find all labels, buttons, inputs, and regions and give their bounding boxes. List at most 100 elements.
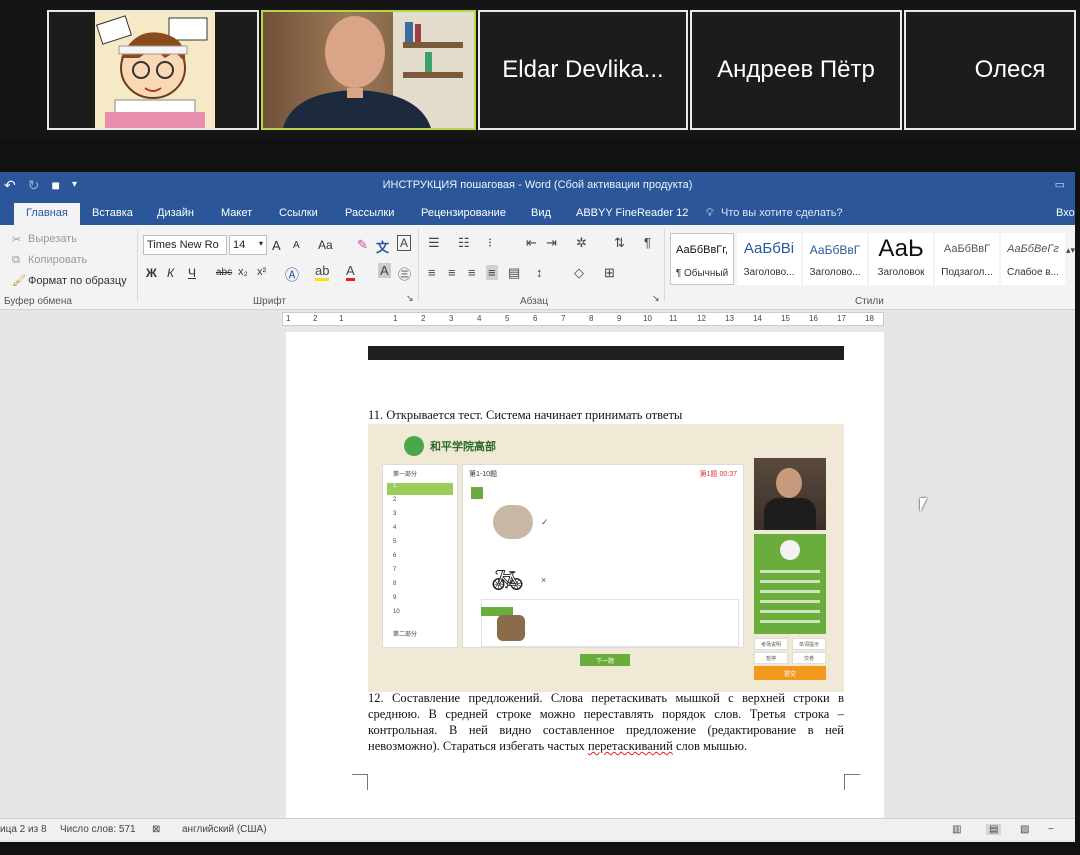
underline-button[interactable]: Ч [188,266,196,280]
print-layout-icon[interactable]: ▤ [986,824,1002,835]
divider [418,229,419,301]
copy-button[interactable]: Копировать [28,254,87,266]
highlight-color-icon[interactable]: ab [315,263,330,281]
show-marks-icon[interactable]: ¶ [644,235,651,250]
shrink-font-button[interactable]: A [293,240,300,251]
ruler-tick: 12 [697,314,706,323]
align-center-icon[interactable]: ≡ [448,265,456,280]
list-item: 4 [393,525,397,531]
ruler-tick: 4 [477,314,482,323]
style-subtle-emphasis[interactable]: АаБбВеГг Слабое в... [1001,233,1065,285]
change-case-button[interactable]: Aa [318,238,333,252]
decrease-indent-icon[interactable]: ⇤ [526,235,537,251]
tab-abbyy[interactable]: ABBYY FineReader 12 [576,207,688,219]
numbering-icon[interactable]: ☷ [458,235,470,251]
tab-layout[interactable]: Макет [221,207,252,219]
signin-link[interactable]: Вхо [1056,207,1075,219]
subscript-button[interactable]: x₂ [238,266,248,278]
strikethrough-button[interactable]: abc [216,267,232,278]
borders-icon[interactable]: ⊞ [604,265,615,281]
style-normal[interactable]: АаБбВвГг, ¶ Обычный [670,233,734,285]
tab-insert[interactable]: Вставка [92,207,133,219]
ruler-tick: 5 [505,314,510,323]
document-page[interactable]: 11. Открывается тест. Система начинает п… [286,332,884,818]
font-size-combo[interactable]: 14 ▾ [229,235,267,255]
character-shading-icon[interactable]: A [378,263,391,278]
horizontal-ruler[interactable]: 1 2 1 1 2 3 4 5 6 7 8 9 10 11 12 13 14 1… [282,312,884,326]
list-item: 2 [393,497,397,503]
paragraph-group-label: Абзац [520,296,549,307]
align-left-icon[interactable]: ≡ [428,265,436,280]
tab-design[interactable]: Дизайн [157,207,194,219]
superscript-button[interactable]: x² [257,266,266,278]
font-name-combo[interactable]: Times New Ro [143,235,227,255]
style-name: Слабое в... [1007,267,1059,278]
text-effects-icon[interactable]: Ⓐ [285,265,299,285]
asian-layout-icon[interactable]: ✲ [576,235,587,251]
ruler-tick: 8 [589,314,594,323]
distributed-icon[interactable]: ▤ [508,265,520,281]
paragraph-dialog-launcher-icon[interactable]: ↘ [652,293,660,304]
participant-tile-video[interactable] [261,10,476,130]
tab-home[interactable]: Главная [14,203,80,225]
style-name: ¶ Обычный [675,268,729,279]
line-spacing-icon[interactable]: ↕ [536,265,543,280]
spelling-error-word[interactable]: перетаскиваний [588,739,673,753]
participant-tile-cartoon[interactable] [47,10,259,130]
increase-indent-icon[interactable]: ⇥ [546,235,557,251]
style-title[interactable]: АаЬ Заголовок [869,233,933,285]
ribbon-display-icon[interactable]: ▭ [1055,178,1065,191]
style-sample: АаБбВвГ [809,243,861,257]
page-count[interactable]: ица 2 из 8 [0,824,47,835]
language-indicator[interactable]: английский (США) [182,824,267,835]
style-heading2[interactable]: АаБбВвГ Заголово... [803,233,867,285]
cut-button[interactable]: Вырезать [28,233,77,245]
style-sample: АаБбВі [743,240,795,257]
tab-references[interactable]: Ссылки [279,207,318,219]
character-border-icon[interactable]: A [397,235,412,251]
tab-review[interactable]: Рецензирование [421,207,506,219]
bullets-icon[interactable]: ☰ [428,235,440,251]
shading-icon[interactable]: ◇ [574,265,584,281]
tab-view[interactable]: Вид [531,207,551,219]
participant-tile-olesya[interactable]: Олеся [904,10,1076,130]
grow-font-button[interactable]: A [272,238,281,253]
style-name: Заголовок [877,267,925,278]
style-sample: АаЬ [878,235,924,262]
phonetic-guide-icon[interactable]: 文 [376,237,389,256]
clear-formatting-icon[interactable]: ✎ [357,237,368,253]
participant-tile-andreev[interactable]: Андреев Пётр [690,10,902,130]
sort-icon[interactable]: ⇅ [614,235,625,251]
styles-scroll-icon[interactable]: ▴▾ [1066,245,1075,256]
web-layout-icon[interactable]: ▧ [1020,824,1029,835]
enclose-characters-icon[interactable]: ㊂ [398,264,411,283]
participant-tile-eldar[interactable]: Eldar Devlika... [478,10,688,130]
ruler-tick: 18 [865,314,874,323]
proofing-icon[interactable]: ⊠ [152,824,160,835]
font-dialog-launcher-icon[interactable]: ↘ [406,293,414,304]
participant-name: Андреев Пётр [717,56,875,83]
tab-mailings[interactable]: Рассылки [345,207,394,219]
zoom-out-icon[interactable]: − [1048,824,1054,835]
font-color-icon[interactable]: A [346,263,355,281]
list-item: 第二部分 [393,632,418,638]
embedded-taskbar-image [368,346,844,360]
style-subtitle[interactable]: АаБбВвГ Подзагол... [935,233,999,285]
window-title: ИНСТРУКЦИЯ пошаговая - Word (Сбой актива… [382,179,693,191]
tell-me-box[interactable]: Что вы хотите сделать? [721,207,843,219]
bold-button[interactable]: Ж [146,266,157,280]
ruler-tick: 11 [669,314,678,323]
align-right-icon[interactable]: ≡ [468,265,476,280]
read-mode-icon[interactable]: ▥ [952,824,961,835]
multilevel-list-icon[interactable]: ⁝ [488,235,492,251]
ribbon: ✂ Вырезать ⧉ Копировать 🖌︎ Формат по обр… [0,225,1075,310]
format-painter-button[interactable]: Формат по образцу [28,275,127,287]
word-count[interactable]: Число слов: 571 [60,824,136,835]
italic-button[interactable]: К [167,266,174,280]
card-button: 单词提示 [792,638,826,650]
green-badge-icon [471,487,483,499]
screenshot-logo-text: 和平学院高部 [430,441,496,453]
justify-icon[interactable]: ≡ [486,265,498,280]
style-name: Заголово... [743,267,795,278]
style-heading1[interactable]: АаБбВі Заголово... [737,233,801,285]
